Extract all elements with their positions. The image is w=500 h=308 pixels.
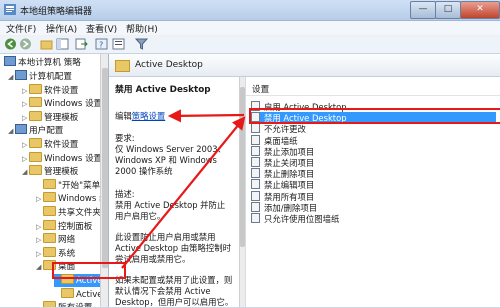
arrow-to-edit-link: [167, 109, 245, 123]
arrow-to-setting: [121, 116, 246, 269]
annotation-arrows: [121, 109, 246, 269]
group-policy-editor-window: 本地组策略编辑器 — □ ✕ 文件(F) 操作(A) 查看(V) 帮助(H) ?: [0, 0, 500, 307]
